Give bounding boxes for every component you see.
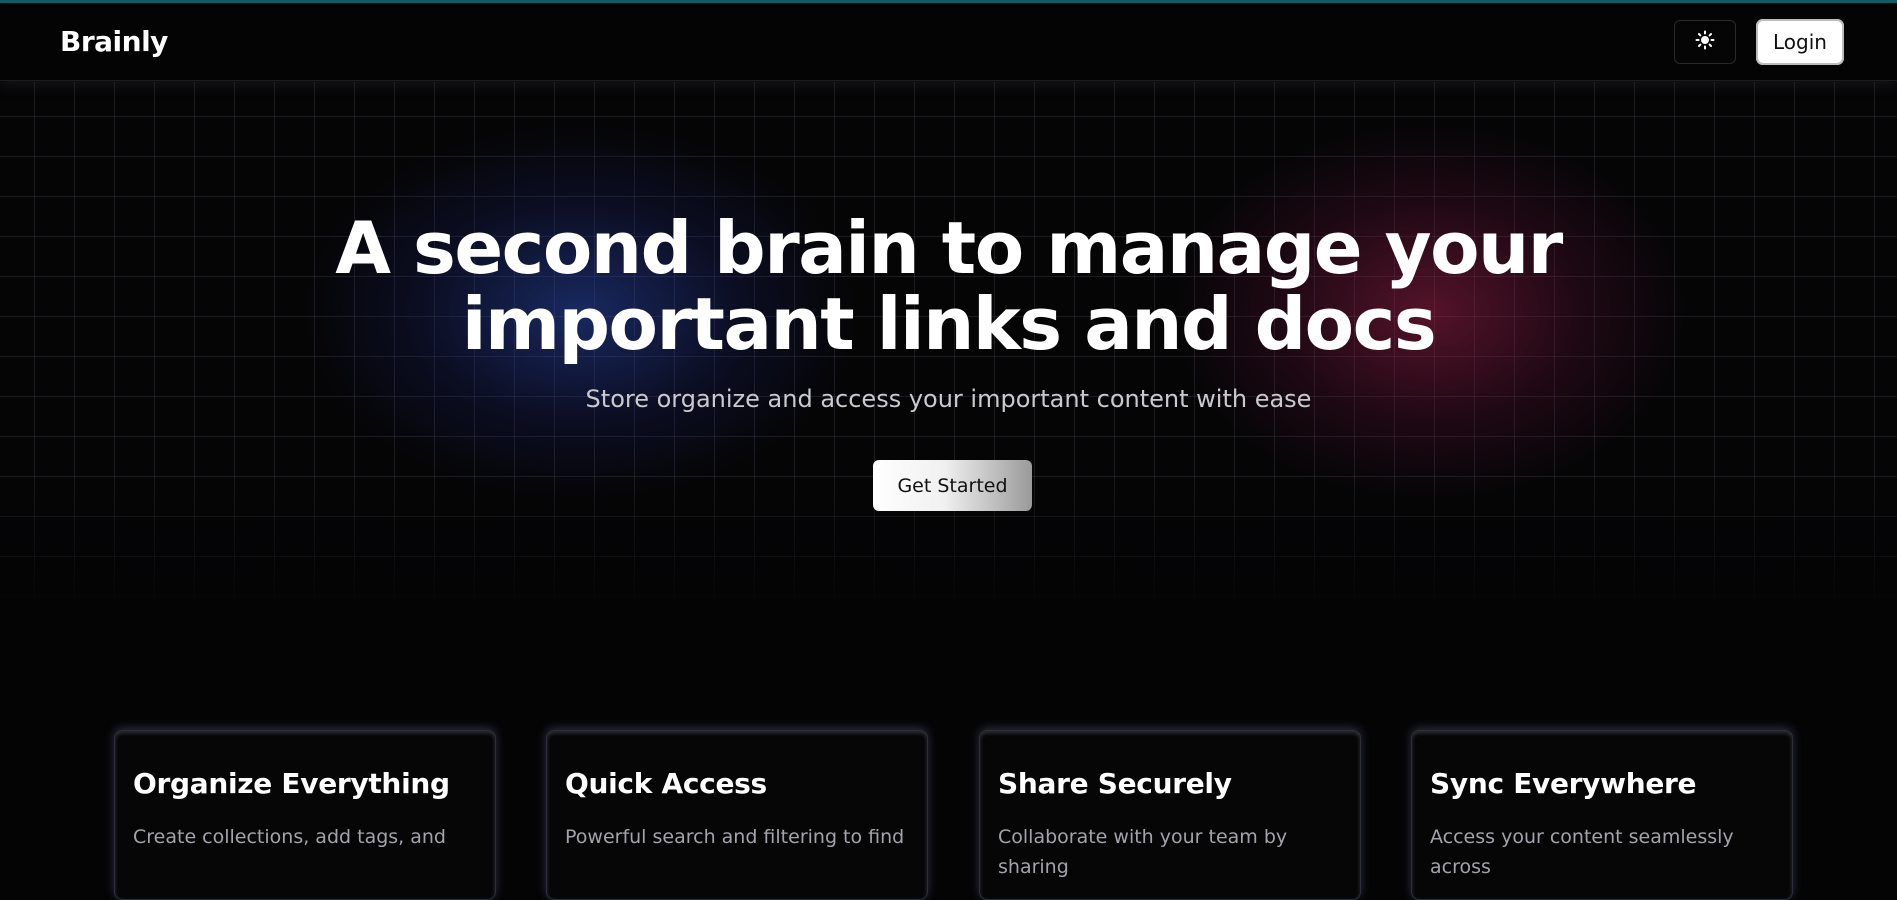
hero-subtitle: Store organize and access your important… — [585, 385, 1312, 413]
feature-card-title: Share Securely — [998, 767, 1232, 800]
feature-card-title: Quick Access — [565, 767, 767, 800]
feature-card-quick-access: Quick Access Powerful search and filteri… — [546, 730, 928, 900]
hero-title: A second brain to manage your important … — [0, 210, 1897, 362]
feature-card-description: Collaborate with your team by sharing — [998, 826, 1288, 878]
hero-section: A second brain to manage your important … — [0, 82, 1897, 612]
theme-toggle-button[interactable] — [1674, 20, 1736, 64]
feature-card-organize: Organize Everything Create collections, … — [114, 730, 496, 900]
feature-card-title: Organize Everything — [133, 767, 450, 800]
feature-card-title: Sync Everywhere — [1430, 767, 1697, 800]
feature-card-sync: Sync Everywhere Access your content seam… — [1411, 730, 1793, 900]
hero-title-line-2: important links and docs — [461, 282, 1437, 366]
sun-icon — [1695, 30, 1715, 54]
features-section: Organize Everything Create collections, … — [0, 730, 1897, 900]
feature-card-share: Share Securely Collaborate with your tea… — [979, 730, 1361, 900]
feature-card-description: Create collections, add tags, and — [133, 826, 446, 848]
brand-logo[interactable]: Brainly — [60, 25, 168, 58]
site-header: Brainly Login — [0, 3, 1897, 81]
login-button[interactable]: Login — [1756, 19, 1844, 65]
feature-card-description: Access your content seamlessly across — [1430, 826, 1734, 878]
feature-card-description: Powerful search and filtering to find — [565, 826, 905, 848]
get-started-button[interactable]: Get Started — [873, 460, 1032, 511]
hero-title-line-1: A second brain to manage your — [335, 206, 1563, 290]
